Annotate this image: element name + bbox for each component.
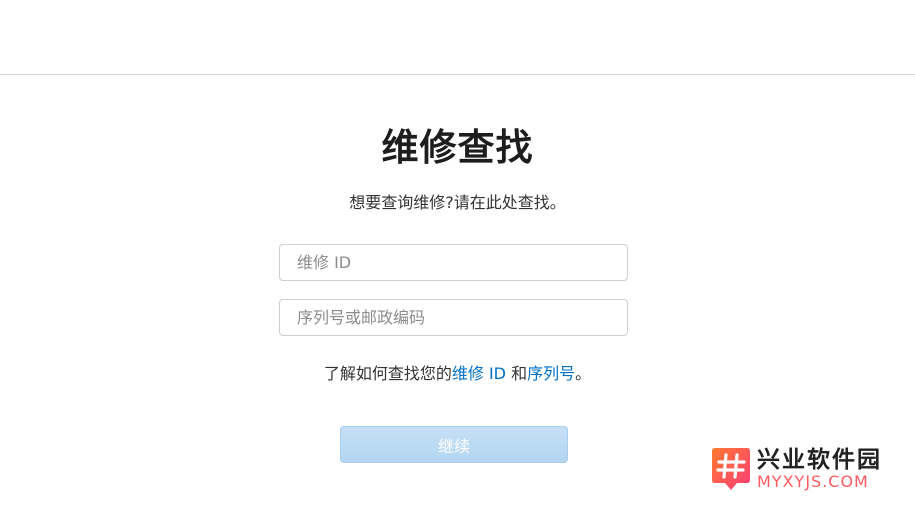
help-prefix: 了解如何查找您的	[323, 364, 452, 383]
hash-logo-icon	[712, 448, 750, 490]
page: 维修查找 想要查询维修?请在此处查找。 了解如何查找您的维修 ID 和序列号。 …	[0, 0, 915, 506]
continue-button[interactable]: 继续	[340, 426, 568, 463]
help-text: 了解如何查找您的维修 ID 和序列号。	[0, 363, 915, 385]
serial-or-postal-input[interactable]	[279, 299, 628, 336]
repair-id-help-link[interactable]: 维修 ID	[452, 364, 506, 383]
page-title: 维修查找	[381, 126, 534, 169]
help-suffix: 。	[575, 364, 592, 383]
watermark-name-en: MYXYJS.COM	[757, 472, 869, 491]
repair-id-input[interactable]	[279, 244, 628, 281]
page-subtitle: 想要查询维修?请在此处查找。	[349, 193, 566, 212]
top-navigation-bar	[0, 0, 915, 75]
help-middle: 和	[506, 364, 528, 383]
watermark: 兴业软件园 MYXYJS.COM	[711, 446, 911, 492]
watermark-name-cn: 兴业软件园	[757, 447, 882, 473]
serial-help-link[interactable]: 序列号	[527, 364, 575, 383]
